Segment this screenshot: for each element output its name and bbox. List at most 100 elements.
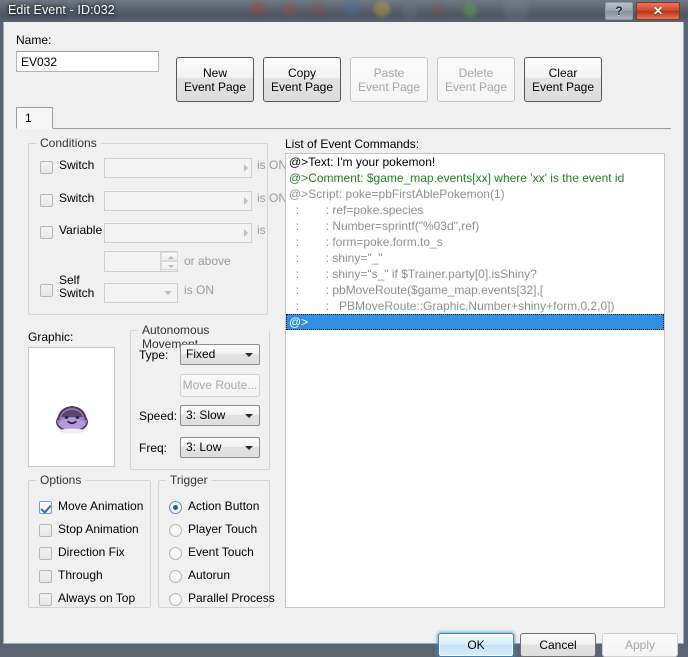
command-line[interactable]: : : pbMoveRoute($game_map.events[32],[ bbox=[286, 282, 664, 298]
move-speed-label: Speed: bbox=[139, 409, 178, 423]
command-line[interactable]: : : Number=sprintf("%03d",ref) bbox=[286, 218, 664, 234]
trigger-parallel-process-radio[interactable] bbox=[169, 593, 182, 606]
move-speed-value: 3: Slow bbox=[186, 408, 226, 422]
condition-selfswitch-label: Self Switch bbox=[59, 273, 95, 300]
new-event-page-label-bottom: Event Page bbox=[183, 79, 247, 94]
stepper-up-icon[interactable] bbox=[161, 252, 178, 261]
name-label: Name: bbox=[16, 33, 52, 47]
option-always-on-top-label: Always on Top bbox=[58, 591, 136, 605]
new-event-page-label-top: New bbox=[202, 65, 227, 80]
chevron-right-icon bbox=[244, 164, 248, 172]
delete-event-page-label-top: Delete bbox=[458, 65, 494, 80]
condition-switch1-label: Switch bbox=[59, 158, 95, 172]
command-line-selected[interactable]: @> bbox=[286, 314, 664, 330]
command-line[interactable]: : : shiny="s_" if $Trainer.party[0].isSh… bbox=[286, 266, 664, 282]
stepper-down-icon[interactable] bbox=[161, 261, 178, 270]
close-icon[interactable]: ✕ bbox=[636, 2, 680, 20]
condition-switch1-checkbox[interactable] bbox=[40, 161, 53, 174]
trigger-autorun-label: Autorun bbox=[188, 568, 231, 582]
condition-switch2-suffix: is ON bbox=[257, 191, 287, 205]
trigger-group: Trigger Action Button Player Touch Event… bbox=[158, 473, 275, 608]
command-line[interactable]: : : PBMoveRoute::Graphic,Number+shiny+fo… bbox=[286, 298, 664, 314]
dialog-inner: Name: New Event Page Copy Event Page Pas… bbox=[8, 25, 679, 657]
autonomous-movement-group: Autonomous Movement Type: Fixed Move Rou… bbox=[130, 323, 270, 470]
option-through-checkbox[interactable] bbox=[39, 570, 52, 583]
copy-event-page-button[interactable]: Copy Event Page bbox=[263, 57, 341, 102]
condition-variable-label: Variable bbox=[59, 223, 103, 237]
trigger-player-touch-radio[interactable] bbox=[169, 524, 182, 537]
stepper-buttons[interactable] bbox=[160, 252, 178, 271]
move-route-button: Move Route... bbox=[180, 374, 260, 397]
move-type-value: Fixed bbox=[186, 347, 216, 361]
option-stop-animation-checkbox[interactable] bbox=[39, 524, 52, 537]
command-line[interactable]: @>Comment: $game_map.events[xx] where 'x… bbox=[286, 170, 664, 186]
condition-switch2-checkbox[interactable] bbox=[40, 194, 53, 207]
apply-button: Apply bbox=[602, 633, 678, 657]
condition-selfswitch-suffix: is ON bbox=[184, 283, 214, 297]
option-always-on-top-checkbox[interactable] bbox=[39, 593, 52, 606]
copy-event-page-label-top: Copy bbox=[287, 65, 316, 80]
cancel-button[interactable]: Cancel bbox=[520, 633, 596, 657]
move-freq-select[interactable]: 3: Low bbox=[180, 437, 260, 458]
condition-variable-suffix: is bbox=[257, 223, 266, 237]
chevron-down-icon bbox=[245, 353, 253, 357]
move-type-select[interactable]: Fixed bbox=[180, 344, 260, 365]
paste-event-page-button: Paste Event Page bbox=[350, 57, 428, 102]
graphic-preview-box[interactable] bbox=[28, 347, 115, 467]
trigger-event-touch-radio[interactable] bbox=[169, 547, 182, 560]
ditto-purple-sprite bbox=[56, 406, 88, 434]
options-group: Options Move Animation Stop Animation Di… bbox=[28, 473, 151, 608]
ok-button[interactable]: OK bbox=[438, 633, 514, 657]
move-speed-select[interactable]: 3: Slow bbox=[180, 405, 260, 426]
options-group-title: Options bbox=[36, 473, 86, 487]
option-direction-fix-label: Direction Fix bbox=[58, 545, 125, 559]
window-title: Edit Event - ID:032 bbox=[8, 3, 115, 17]
condition-selfswitch-select[interactable] bbox=[104, 283, 178, 303]
chevron-right-icon bbox=[244, 197, 248, 205]
option-stop-animation-label: Stop Animation bbox=[58, 522, 139, 536]
event-command-list[interactable]: @>Text: I'm your pokemon! @>Comment: $ga… bbox=[285, 153, 665, 608]
move-freq-value: 3: Low bbox=[186, 440, 222, 454]
condition-switch2-select[interactable] bbox=[104, 191, 252, 211]
condition-variable-select[interactable] bbox=[104, 223, 252, 243]
command-line[interactable]: : : form=poke.form.to_s bbox=[286, 234, 664, 250]
edit-event-window: Edit Event - ID:032 ? ✕ Name: New Event … bbox=[0, 0, 688, 657]
title-bar[interactable]: Edit Event - ID:032 ? ✕ bbox=[0, 0, 688, 22]
tab-selected-cover bbox=[17, 128, 52, 129]
tabstrip-underline bbox=[16, 128, 671, 129]
condition-variable-value-stepper[interactable] bbox=[104, 251, 178, 272]
event-name-input[interactable] bbox=[16, 51, 159, 72]
move-freq-label: Freq: bbox=[139, 441, 168, 455]
condition-variable-checkbox[interactable] bbox=[40, 226, 53, 239]
conditions-group-title: Conditions bbox=[36, 136, 101, 150]
dialog-client-area: Name: New Event Page Copy Event Page Pas… bbox=[3, 22, 684, 657]
option-direction-fix-checkbox[interactable] bbox=[39, 547, 52, 560]
trigger-action-button-label: Action Button bbox=[188, 499, 260, 513]
paste-event-page-label-bottom: Event Page bbox=[357, 79, 421, 94]
trigger-action-button-radio[interactable] bbox=[169, 501, 182, 514]
conditions-group: Conditions Switch is ON Switch is ON Var… bbox=[28, 136, 287, 315]
trigger-autorun-radio[interactable] bbox=[169, 570, 182, 583]
condition-selfswitch-checkbox[interactable] bbox=[40, 284, 53, 297]
trigger-parallel-process-label: Parallel Process bbox=[188, 591, 275, 605]
tab-page-1[interactable]: 1 bbox=[16, 107, 53, 129]
clear-event-page-button[interactable]: Clear Event Page bbox=[524, 57, 602, 102]
condition-switch1-select[interactable] bbox=[104, 158, 252, 178]
chevron-right-icon bbox=[244, 229, 248, 237]
chevron-down-icon bbox=[164, 291, 172, 295]
command-line[interactable]: @>Text: I'm your pokemon! bbox=[286, 154, 664, 170]
option-move-animation-label: Move Animation bbox=[58, 499, 144, 513]
condition-switch2-label: Switch bbox=[59, 191, 95, 205]
help-button[interactable]: ? bbox=[605, 2, 633, 20]
paste-event-page-label-top: Paste bbox=[373, 65, 405, 80]
command-line[interactable]: : : ref=poke.species bbox=[286, 202, 664, 218]
option-through-label: Through bbox=[58, 568, 103, 582]
command-list-label: List of Event Commands: bbox=[285, 137, 420, 151]
event-page-tabstrip: 1 bbox=[16, 107, 671, 129]
command-line[interactable]: : : shiny="_" bbox=[286, 250, 664, 266]
option-move-animation-checkbox[interactable] bbox=[39, 501, 52, 514]
condition-variable-or-above-label: or above bbox=[184, 254, 231, 268]
command-line[interactable]: @>Script: poke=pbFirstAblePokemon(1) bbox=[286, 186, 664, 202]
new-event-page-button[interactable]: New Event Page bbox=[176, 57, 254, 102]
graphic-label: Graphic: bbox=[28, 330, 74, 344]
